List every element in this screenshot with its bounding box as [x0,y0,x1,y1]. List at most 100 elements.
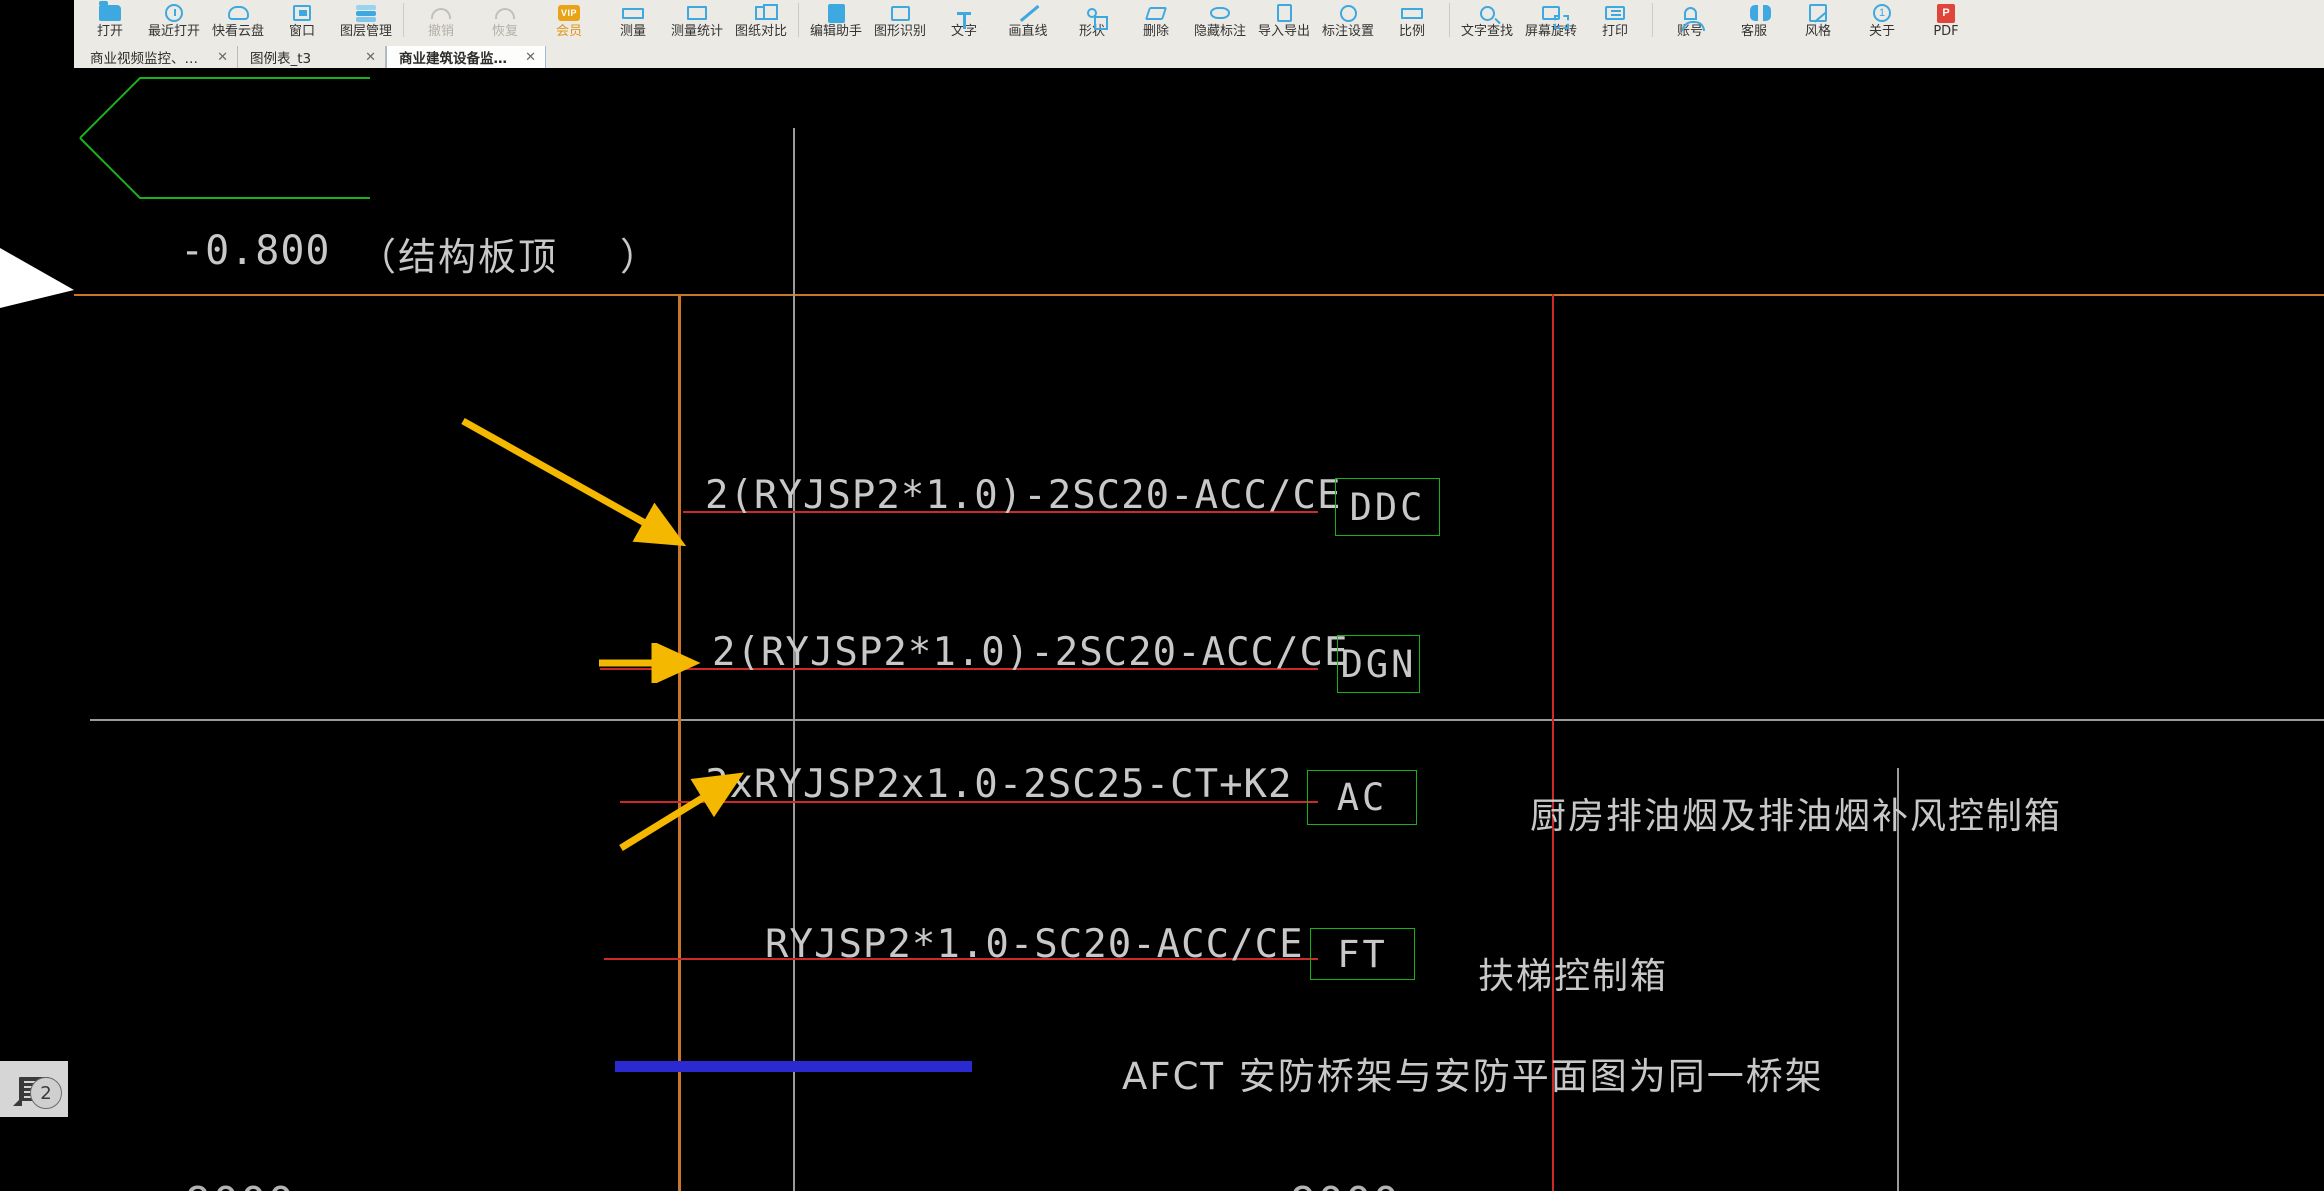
headset-support-icon [1750,1,1771,25]
window-icon [293,1,311,25]
toolbar-button-label: 关于 [1868,24,1895,39]
toolbar-button-label: 隐藏标注 [1193,24,1246,39]
user-account-icon [1681,1,1705,31]
toolbar-button-label: 打印 [1601,24,1628,39]
document-tab-1[interactable]: 商业视频监控、楼控… ✕ [78,46,238,68]
toolbar-button-label: 屏幕旋转 [1524,24,1577,39]
equipment-description-note: 扶梯控制箱 [1478,956,1669,997]
about-info-icon: 1 [1873,1,1891,25]
redo-icon [495,1,515,25]
document-tab-title: 图例表_t3 [250,51,312,67]
white-corner-wedge [0,248,74,308]
edit-assistant-icon [827,1,845,25]
toolbar-button-label: 图形识别 [873,24,926,39]
drawing-compare-icon [754,1,778,25]
vip-badge-icon: VIP [558,1,580,25]
cad-drawing-canvas[interactable]: -0.800 （结构板顶 ） 2(RYJSP2*1.0)-2SC20-ACC/C… [0,68,2324,1191]
toolbar-button-draw-line[interactable]: 画直线 [996,0,1060,46]
toolbar-button-label: 测量统计 [670,24,723,39]
text-tool-icon [957,1,971,29]
toolbar-button-pdf-export[interactable]: P PDF [1914,0,1978,46]
toolbar-button-label: 图层管理 [339,24,392,39]
toolbar-button-print[interactable]: 打印 [1583,0,1647,46]
toolbar-button-theme-style[interactable]: 风格 [1786,0,1850,46]
toolbar-button-folder-open[interactable]: 打开 [78,0,142,46]
toolbar-button-drawing-compare[interactable]: 图纸对比 [729,0,793,46]
toolbar-button-scale-ruler[interactable]: 比例 [1380,0,1444,46]
toolbar-button-measure-stats[interactable]: 测量统计 [665,0,729,46]
toolbar-button-text-search[interactable]: 文字查找 [1455,0,1519,46]
toolbar-button-user-account[interactable]: 账号 [1658,0,1722,46]
cable-spec-label: RYJSP2*1.0-SC20-ACC/CE [765,922,1304,967]
annotation-arrow-2 [599,643,701,683]
toolbar-button-label: 图纸对比 [734,24,787,39]
toolbar-button-ruler[interactable]: 测量 [601,0,665,46]
document-tab-2[interactable]: 图例表_t3 ✕ [238,46,386,68]
toolbar-separator [798,3,799,37]
document-tab-3[interactable]: 商业建筑设备监控平… ✕ [386,46,546,68]
toolbar-button-headset-support[interactable]: 客服 [1722,0,1786,46]
text-search-icon [1479,1,1495,25]
toolbar-button-layers[interactable]: 图层管理 [334,0,398,46]
close-icon[interactable]: ✕ [361,50,376,65]
close-icon[interactable]: ✕ [213,50,228,65]
toolbar-button-label: 文字查找 [1460,24,1513,39]
toolbar-button-cloud-drive[interactable]: 快看云盘 [206,0,270,46]
toolbar-button-label: 测量 [619,24,646,39]
toolbar-button-label: 快看云盘 [211,24,264,39]
toolbar-separator [1449,3,1450,37]
toolbar-button-shape-tool[interactable]: 形状 [1060,0,1124,46]
toolbar-button-label: 撤销 [427,24,454,39]
document-tab-strip: 商业视频监控、楼控… ✕ 图例表_t3 ✕ 商业建筑设备监控平… ✕ [74,46,2324,68]
toolbar-button-about-info[interactable]: 1 关于 [1850,0,1914,46]
print-icon [1605,1,1625,25]
cable-tray-note-text: AFCT 安防桥架与安防平面图为同一桥架 [1122,1055,1824,1098]
toolbar-button-text-tool[interactable]: 文字 [932,0,996,46]
app-root: 打开 最近打开 快看云盘 窗口 图层管理 撤销 恢复 VIP 会员 测量 测量统计 图纸对比 编辑助手图… [0,0,2324,1191]
main-toolbar: 打开 最近打开 快看云盘 窗口 图层管理 撤销 恢复 VIP 会员 测量 测量统计 图纸对比 编辑助手图… [74,0,2324,46]
toolbar-button-window[interactable]: 窗口 [270,0,334,46]
security-cable-tray-run [615,1061,972,1072]
toolbar-button-recent-history[interactable]: 最近打开 [142,0,206,46]
annotation-arrow-3 [619,772,744,851]
structural-line-horizontal-mid [90,719,2324,721]
toolbar-button-vip-badge[interactable]: VIP 会员 [537,0,601,46]
toolbar-button-shape-recognize[interactable]: 图形识别 [868,0,932,46]
dimension-label: 9000 [185,1178,295,1191]
annotation-settings-icon [1339,1,1357,25]
theme-style-icon [1809,1,1827,25]
toolbar-button-label: 删除 [1142,24,1169,39]
toolbar-button-label: 会员 [555,24,582,39]
shape-tool-icon [1087,1,1108,30]
elevation-note-close-paren: ） [620,235,661,279]
toolbar-button-redo: 恢复 [473,0,537,46]
pdf-export-icon: P [1937,1,1955,25]
toolbar-separator [403,3,404,37]
close-icon[interactable]: ✕ [521,50,536,65]
shape-recognize-icon [890,1,910,25]
toolbar-button-annotation-settings[interactable]: 标注设置 [1316,0,1380,46]
dimension-label: 9000 [1290,1178,1400,1191]
toolbar-button-screen-rotate[interactable]: 屏幕旋转 [1519,0,1583,46]
note-count-badge: 2 [30,1077,62,1109]
toolbar-button-eraser[interactable]: 删除 [1124,0,1188,46]
layers-icon [356,1,376,25]
toolbar-button-edit-assistant[interactable]: 编辑助手 [804,0,868,46]
toolbar-button-import-export[interactable]: 导入导出 [1252,0,1316,46]
toolbar-button-hide-annotation[interactable]: 隐藏标注 [1188,0,1252,46]
toolbar-button-label: 画直线 [1008,24,1048,39]
toolbar-button-undo: 撤销 [409,0,473,46]
cable-spec-label: 3xRYJSP2x1.0-2SC25-CT+K2 [705,762,1293,807]
recent-history-icon [165,1,183,25]
toolbar-button-label: PDF [1933,24,1959,39]
toolbar-button-label: 恢复 [491,24,518,39]
measure-stats-icon [687,1,707,25]
elevation-symbol-graphic [79,77,370,199]
note-badge[interactable]: 2 [0,1061,68,1117]
elevation-value-text: -0.800 [180,228,331,274]
app-chrome: 打开 最近打开 快看云盘 窗口 图层管理 撤销 恢复 VIP 会员 测量 测量统计 图纸对比 编辑助手图… [74,0,2324,68]
toolbar-button-label: 打开 [96,24,123,39]
equipment-tag-box: AC [1307,769,1417,825]
equipment-tag-box: DDC [1335,478,1440,536]
toolbar-button-label: 最近打开 [147,24,200,39]
